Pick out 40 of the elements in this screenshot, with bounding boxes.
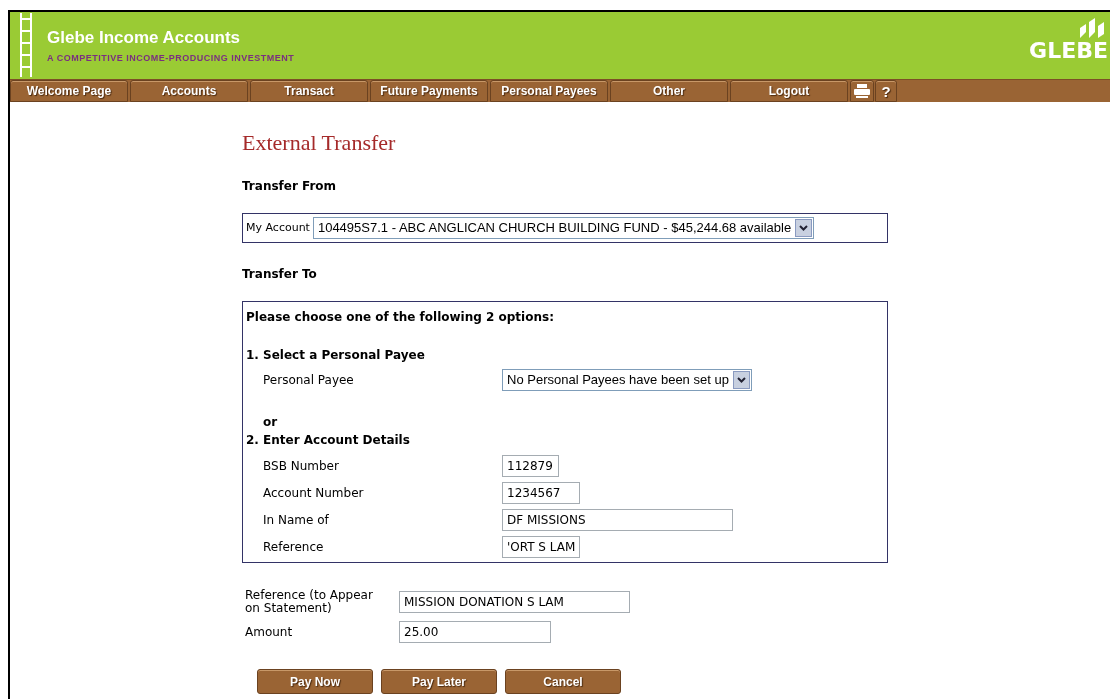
nav-tab[interactable]: Future Payments xyxy=(370,80,488,102)
action-button[interactable]: Cancel xyxy=(505,669,621,694)
action-button[interactable]: Pay Now xyxy=(257,669,373,694)
input-field[interactable]: 'ORT S LAM xyxy=(502,536,580,558)
nav-tab[interactable]: Logout xyxy=(730,80,848,102)
field-label: Reference (to Appear on Statement) xyxy=(244,589,374,615)
input-field[interactable]: DF MISSIONS xyxy=(502,509,733,531)
action-button[interactable]: Pay Later xyxy=(381,669,497,694)
site-tagline: A COMPETITIVE INCOME-PRODUCING INVESTMENT xyxy=(47,52,295,66)
section-heading: Transfer From xyxy=(242,178,338,195)
account-select[interactable]: 104495S7.1 - ABC ANGLICAN CHURCH BUILDING FUND - $45,244.68 available xyxy=(312,217,815,239)
site-title: Glebe Income Accounts xyxy=(47,27,242,49)
logo-text: GLEBE xyxy=(1029,40,1108,62)
nav-tab[interactable]: Personal Payees xyxy=(490,80,608,102)
nav-tab[interactable]: Welcome Page xyxy=(10,80,128,102)
field-label: Reference xyxy=(262,539,325,556)
nav-tab[interactable]: Accounts xyxy=(130,80,248,102)
field-label: Amount xyxy=(244,625,294,639)
field-label: In Name of xyxy=(262,512,330,529)
page-title: External Transfer xyxy=(242,132,397,154)
payee-select[interactable]: No Personal Payees have been set up xyxy=(502,369,752,391)
options-intro: Please choose one of the following 2 options: xyxy=(246,309,555,326)
print-button[interactable] xyxy=(850,80,874,102)
input-field[interactable]: MISSION DONATION S LAM xyxy=(399,591,630,613)
option-heading: 1. Select a Personal Payee xyxy=(246,347,426,364)
help-button[interactable]: ? xyxy=(875,80,897,102)
section-heading: Transfer To xyxy=(242,266,318,283)
or-text: or xyxy=(262,414,279,431)
field-label: Account Number xyxy=(262,485,365,502)
printer-icon xyxy=(854,84,870,98)
field-label: Personal Payee xyxy=(262,372,355,389)
ladder-icon xyxy=(20,13,32,77)
input-field[interactable]: 1234567 xyxy=(502,482,580,504)
field-label: My Account xyxy=(246,219,310,236)
input-field[interactable]: 25.00 xyxy=(399,621,551,643)
field-label: BSB Number xyxy=(262,458,340,475)
input-field[interactable]: 112879 xyxy=(502,455,559,477)
nav-tab[interactable]: Other xyxy=(610,80,728,102)
nav-tab[interactable]: Transact xyxy=(250,80,368,102)
option-heading: 2. Enter Account Details xyxy=(246,432,411,449)
